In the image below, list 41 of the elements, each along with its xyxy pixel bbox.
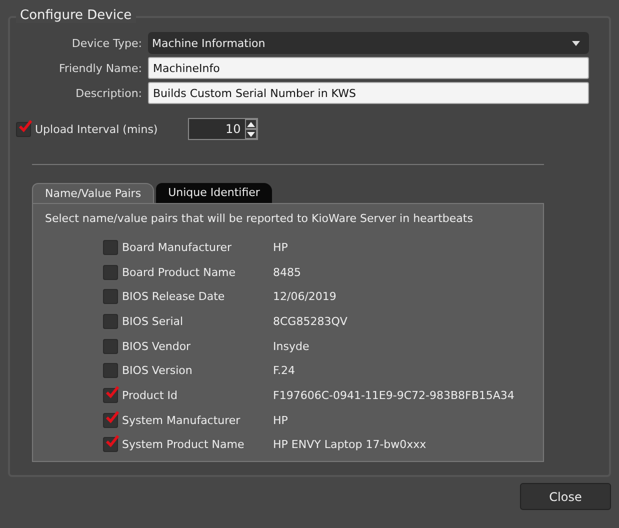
- pair-name: System Manufacturer: [122, 414, 242, 427]
- pair-name: Product Id: [122, 388, 178, 402]
- pair-value: HP: [273, 240, 288, 254]
- pair-value: F.24: [273, 364, 296, 378]
- tab[interactable]: Unique Identifier: [156, 183, 272, 203]
- pair-name: BIOS Release Date: [122, 290, 226, 304]
- friendly-name-field[interactable]: MachineInfo: [148, 57, 589, 79]
- pair-value: HP ENVY Laptop 17-bw0xxx: [273, 438, 426, 452]
- field-label: Friendly Name:: [58, 62, 142, 74]
- checkbox[interactable]: [103, 363, 118, 378]
- checkbox[interactable]: [103, 264, 118, 280]
- checkbox[interactable]: [103, 289, 118, 304]
- checkbox[interactable]: [103, 388, 118, 403]
- pair-value: Insyde: [273, 340, 310, 353]
- pair-value: 8CG85283QV: [273, 314, 348, 328]
- pair-value: HP: [273, 414, 288, 427]
- close-button[interactable]: Close: [520, 483, 611, 510]
- description-field[interactable]: Builds Custom Serial Number in KWS: [148, 82, 589, 104]
- tab[interactable]: Name/Value Pairs: [32, 183, 154, 203]
- caret-icon: [569, 38, 583, 48]
- checkbox[interactable]: [103, 314, 118, 329]
- pair-name: BIOS Version: [122, 364, 194, 378]
- field-label: Device Type:: [70, 36, 142, 50]
- checkbox[interactable]: [103, 412, 118, 428]
- pair-value: 12/06/2019: [273, 290, 336, 304]
- pair-name: Board Product Name: [122, 266, 237, 279]
- pair-value: F197606C-0941-11E9-9C72-983B8FB15A34: [273, 388, 514, 402]
- checkbox[interactable]: [103, 338, 118, 354]
- field-label: Description:: [74, 86, 142, 100]
- checkbox-label: Upload Interval (mins): [35, 122, 158, 136]
- pair-value: 8485: [273, 266, 301, 279]
- group-title: Configure Device: [16, 8, 136, 23]
- device-type-dropdown[interactable]: Machine Information: [148, 32, 589, 54]
- pair-name: System Product Name: [122, 438, 246, 452]
- pair-name: Board Manufacturer: [122, 240, 233, 254]
- checkbox[interactable]: [16, 122, 31, 136]
- instruction-text: Select name/value pairs that will be reported to KioWare Server in heartbeats: [45, 212, 474, 225]
- pair-name: BIOS Vendor: [122, 340, 192, 353]
- checkbox[interactable]: [103, 240, 118, 255]
- pair-name: BIOS Serial: [122, 314, 184, 328]
- checkbox[interactable]: [103, 437, 118, 452]
